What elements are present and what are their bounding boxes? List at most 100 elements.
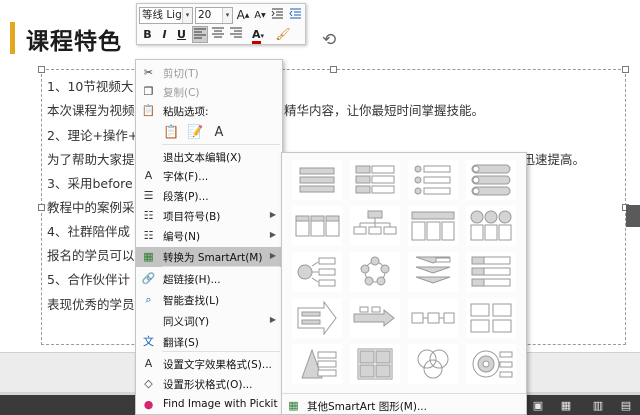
decrease-indent-icon [289, 8, 301, 19]
slide-sorter-view-icon[interactable]: ▦ [558, 400, 574, 412]
smartart-horizontal-list-icon[interactable] [408, 206, 458, 246]
menu-item-3[interactable]: 退出文本编辑(X) [136, 147, 282, 167]
smartart-step-process-icon[interactable] [408, 298, 458, 338]
smartart-venn-icon[interactable] [408, 344, 458, 384]
smartart-icon: ▦ [143, 250, 154, 263]
resize-handle-top-middle[interactable] [330, 66, 337, 73]
resize-handle-middle-left[interactable] [38, 204, 45, 211]
menu-item-13[interactable]: A 设置文字效果格式(S)... [136, 354, 282, 374]
format-painter-icon: 🖌 [275, 27, 291, 41]
smartart-target-icon[interactable] [466, 344, 516, 384]
body-line-5: 3、采用before a [47, 176, 145, 191]
resize-handle-top-right[interactable] [622, 66, 629, 73]
smartart-hierarchy-icon[interactable] [350, 206, 400, 246]
font-name-box[interactable]: 等线 Ligh ▾ [139, 7, 193, 24]
menu-item-label: 剪切(T) [163, 68, 199, 80]
body-line-2: 本次课程为视频 [47, 103, 135, 118]
font-size-box[interactable]: 20 ▾ [195, 7, 233, 24]
normal-view-icon[interactable]: ▣ [530, 400, 546, 412]
mini-toolbar: 等线 Ligh ▾ 20 ▾ A▲ A▼ B I U A▾ 🖌 [136, 3, 306, 45]
menu-item-label: 设置形状格式(O)... [163, 379, 253, 391]
chevron-down-icon[interactable]: ▾ [222, 8, 232, 23]
pickit-icon: ● [143, 398, 154, 411]
menu-separator [162, 144, 280, 145]
smartart-matrix-icon[interactable] [466, 298, 516, 338]
menu-item-0[interactable]: ✂ 剪切(T) [136, 63, 282, 83]
menu-item-2[interactable]: 📋 粘贴选项: [136, 101, 282, 121]
smartart-table-list-icon[interactable] [292, 206, 342, 246]
menu-item-9[interactable]: 🔗 超链接(H)... [136, 269, 282, 289]
grow-font-button[interactable]: A▲ [236, 7, 250, 24]
italic-button[interactable]: I [157, 26, 172, 43]
slideshow-view-icon[interactable]: ▤ [618, 400, 634, 412]
font-icon: A [144, 169, 153, 182]
chevron-down-icon[interactable]: ▾ [182, 8, 192, 23]
smartart-cycle-icon[interactable] [350, 252, 400, 292]
smartart-stacked-list-icon[interactable] [466, 160, 516, 200]
smartart-arrow-process-icon[interactable] [292, 298, 342, 338]
align-center-button[interactable] [210, 26, 226, 43]
menu-item-label: Find Image with Pickit [163, 398, 278, 410]
smartart-lined-list-icon[interactable] [466, 252, 516, 292]
rotate-handle-icon[interactable]: ⟲ [322, 30, 336, 50]
decrease-indent-button[interactable] [288, 7, 303, 24]
menu-item-label: 转换为 SmartArt(M) [163, 252, 263, 264]
menu-item-7[interactable]: ☷ 编号(N) ▶ [136, 226, 282, 246]
menu-item-label: 段落(P)... [163, 191, 209, 203]
body-line-8: 报名的学员可以 [47, 248, 135, 263]
underline-button[interactable]: U [174, 26, 189, 43]
reading-view-icon[interactable]: ▥ [590, 400, 606, 412]
menu-item-label: 智能查找(L) [163, 295, 220, 307]
slide-title[interactable]: 课程特色 [26, 22, 122, 56]
chevron-right-icon: ▶ [269, 251, 276, 260]
menu-item-11[interactable]: 同义词(Y) ▶ [136, 311, 282, 331]
paste-text-only-icon[interactable]: A [210, 122, 228, 142]
menu-item-4[interactable]: A 字体(F)... [136, 166, 282, 186]
smartart-bullet-list-icon[interactable] [408, 160, 458, 200]
smartart-picture-list-icon[interactable] [466, 206, 516, 246]
font-size-value: 20 [198, 9, 212, 21]
smartart-pyramid-list-icon[interactable] [292, 344, 342, 384]
menu-item-1[interactable]: ❐ 复制(C) [136, 82, 282, 102]
body-line-6: 教程中的案例采 [47, 200, 135, 215]
menu-item-6[interactable]: ☷ 项目符号(B) ▶ [136, 206, 282, 226]
hyperlink-icon: 🔗 [141, 272, 156, 285]
body-line-4: 为了帮助大家提 [47, 152, 135, 167]
menu-item-14[interactable]: ◇ 设置形状格式(O)... [136, 374, 282, 394]
body-line-9: 5、合作伙伴计 [47, 272, 130, 287]
paste-merge-format-icon[interactable]: 📝 [186, 122, 204, 142]
chevron-right-icon: ▶ [269, 230, 276, 239]
smartart-vertical-box-list-icon[interactable] [350, 160, 400, 200]
numbering-icon: ☷ [143, 229, 154, 242]
menu-item-label: 退出文本编辑(X) [163, 152, 242, 164]
menu-item-15[interactable]: ● Find Image with Pickit [136, 395, 282, 415]
font-color-button[interactable]: A▾ [247, 26, 269, 44]
menu-item-8[interactable]: ▦ 转换为 SmartArt(M) ▶ [136, 247, 282, 267]
smartart-basic-process-icon[interactable] [350, 298, 400, 338]
translate-icon: 文 [143, 335, 154, 348]
menu-item-5[interactable]: ☰ 段落(P)... [136, 186, 282, 206]
vertical-scrollbar-thumb[interactable] [626, 205, 640, 227]
menu-item-label: 编号(N) [163, 231, 201, 243]
menu-item-12[interactable]: 文翻译(S) [136, 332, 282, 352]
menu-item-10[interactable]: ⌕ 智能查找(L) [136, 290, 282, 310]
align-right-button[interactable] [228, 26, 244, 43]
body-line-10: 表现优秀的学员 [47, 297, 135, 312]
align-left-button[interactable] [192, 26, 208, 43]
font-color-icon: A [251, 29, 261, 44]
smartart-radial-list-icon[interactable] [292, 252, 342, 292]
format-painter-button[interactable]: 🖌 [274, 26, 292, 43]
smartart-chevron-list-icon[interactable] [408, 252, 458, 292]
paste-keep-source-icon[interactable]: 📋 [162, 122, 180, 142]
smartart-basic-list-icon[interactable] [292, 160, 342, 200]
bullets-icon: ☷ [143, 209, 154, 222]
smartart-more-icon: ▦ [288, 399, 299, 412]
title-accent-bar [10, 22, 15, 54]
smartart-grid-matrix-icon[interactable] [350, 344, 400, 384]
menu-separator [162, 351, 280, 352]
resize-handle-top-left[interactable] [38, 66, 45, 73]
shrink-font-button[interactable]: A▼ [253, 7, 267, 24]
bold-button[interactable]: B [140, 26, 155, 43]
increase-indent-button[interactable] [270, 7, 285, 24]
other-smartart-item[interactable]: ▦ 其他SmartArt 图形(M)... [282, 396, 526, 415]
